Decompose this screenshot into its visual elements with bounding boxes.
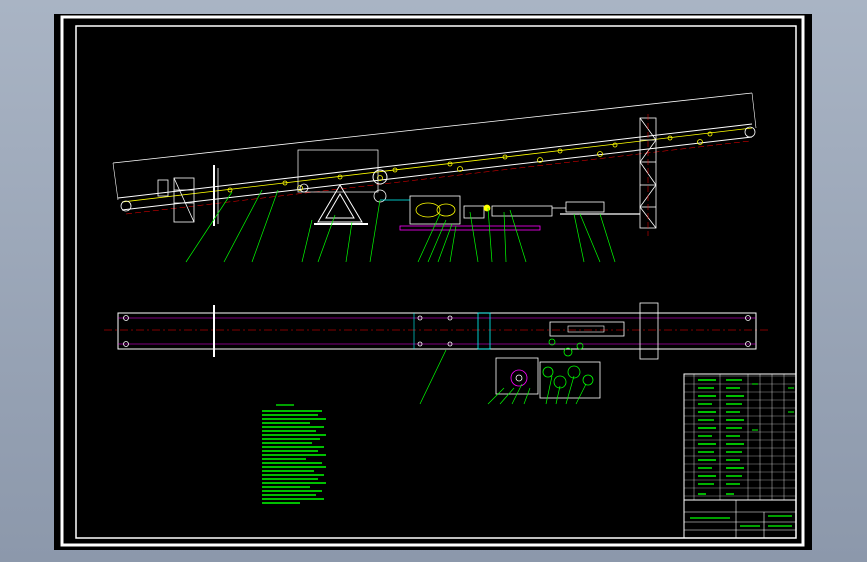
conveyor-belt bbox=[121, 127, 753, 203]
title-block bbox=[684, 499, 796, 538]
sheet-border-outer bbox=[60, 15, 805, 547]
drive-pulley bbox=[372, 169, 388, 185]
technical-notes bbox=[262, 404, 326, 504]
drawing-sheet bbox=[60, 15, 805, 547]
motor-reducer-group bbox=[380, 195, 640, 231]
tail-support bbox=[157, 165, 219, 226]
parts-list-entries bbox=[698, 379, 794, 495]
elevation-view bbox=[112, 92, 757, 263]
cad-viewport[interactable] bbox=[54, 14, 812, 550]
plan-view bbox=[104, 302, 770, 405]
title-block-text bbox=[690, 515, 792, 527]
parts-list bbox=[683, 373, 797, 539]
drive-a-frame bbox=[314, 184, 368, 225]
motor-plan-detail bbox=[495, 338, 601, 399]
sheet-border-inner bbox=[75, 25, 797, 539]
head-support-tower bbox=[639, 114, 657, 236]
drive-housing bbox=[297, 149, 379, 193]
